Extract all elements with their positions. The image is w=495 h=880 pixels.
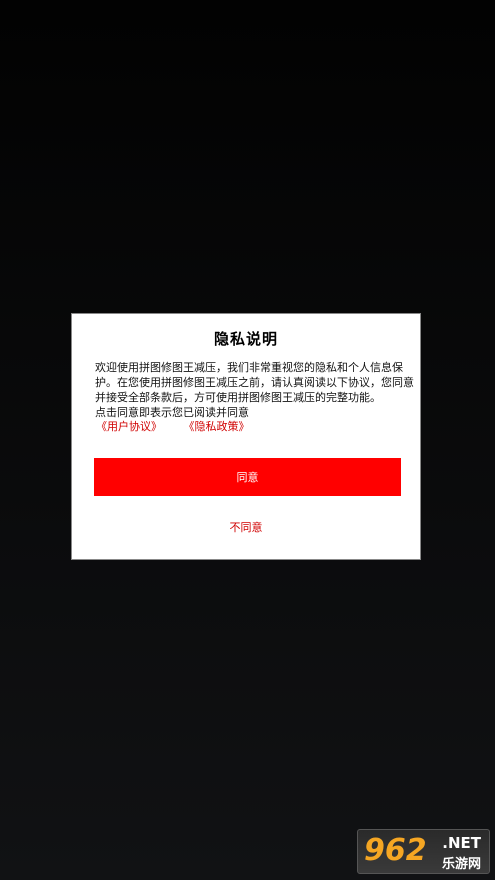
dialog-body: 欢迎使用拼图修图王减压，我们非常重视您的隐私和个人信息保护。在您使用拼图修图王减… <box>95 360 414 420</box>
watermark-logo: 962 <box>364 833 427 868</box>
policy-links: 《用户协议》 《隐私政策》 <box>96 418 250 434</box>
dialog-title: 隐私说明 <box>213 330 278 348</box>
app-screen: 隐私说明 欢迎使用拼图修图王减压，我们非常重视您的隐私和个人信息保护。在您使用拼… <box>0 0 495 880</box>
privacy-paragraph: 欢迎使用拼图修图王减压，我们非常重视您的隐私和个人信息保护。在您使用拼图修图王减… <box>95 361 414 404</box>
user-agreement-link[interactable]: 《用户协议》 <box>96 420 162 433</box>
site-watermark: 962 .NET 乐游网 <box>357 829 490 874</box>
disagree-button[interactable]: 不同意 <box>72 519 420 535</box>
watermark-net: .NET <box>442 834 481 852</box>
agree-button[interactable]: 同意 <box>94 458 401 496</box>
watermark-site-name: 乐游网 <box>441 857 481 872</box>
privacy-dialog: 隐私说明 欢迎使用拼图修图王减压，我们非常重视您的隐私和个人信息保护。在您使用拼… <box>71 313 421 560</box>
privacy-policy-link[interactable]: 《隐私政策》 <box>189 420 250 433</box>
